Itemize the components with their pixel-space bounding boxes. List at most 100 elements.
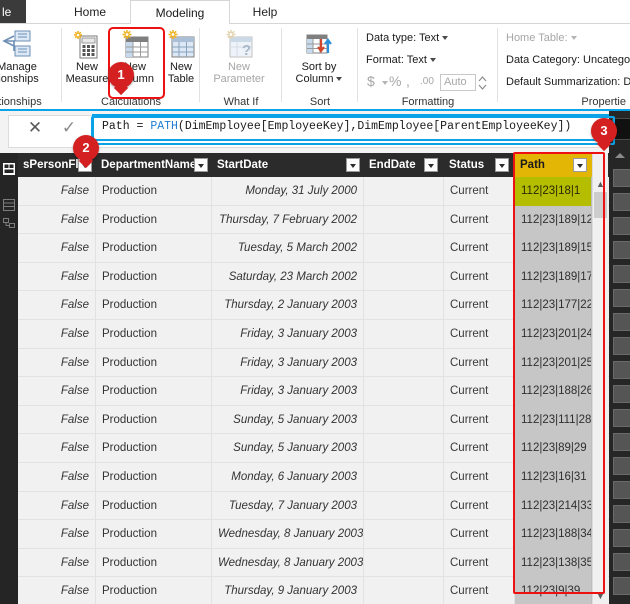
cell-path[interactable]: 112|23|188|34 bbox=[515, 520, 592, 549]
new-table-button[interactable]: New Table bbox=[158, 28, 204, 90]
format-field[interactable]: Format: Text bbox=[366, 54, 436, 66]
cell-enddate[interactable] bbox=[364, 291, 444, 320]
cell-status[interactable]: Current bbox=[444, 377, 515, 406]
table-row[interactable]: False Production Wednesday, 8 January 2003… bbox=[0, 520, 630, 549]
cell-enddate[interactable] bbox=[364, 520, 444, 549]
cell-salespersonflag[interactable]: False bbox=[18, 177, 96, 206]
cell-departmentname[interactable]: Production bbox=[96, 348, 212, 378]
scroll-up-arrow-icon[interactable]: ▲ bbox=[593, 177, 608, 192]
field-item[interactable] bbox=[613, 265, 630, 283]
table-row[interactable]: False Production Tuesday, 7 January 2003 Cu… bbox=[0, 491, 630, 521]
table-row[interactable]: False Production Wednesday, 8 January 2003… bbox=[0, 548, 630, 578]
cell-status[interactable]: Current bbox=[444, 234, 515, 263]
filter-departmentname-icon[interactable] bbox=[194, 158, 208, 172]
default-summarization-field[interactable]: Default Summarization: D bbox=[506, 76, 630, 88]
cell-enddate[interactable] bbox=[364, 577, 444, 604]
field-item[interactable] bbox=[613, 385, 630, 403]
cell-status[interactable]: Current bbox=[444, 405, 515, 435]
cell-path[interactable]: 112|23|189|17 bbox=[515, 262, 592, 292]
cell-salespersonflag[interactable]: False bbox=[18, 491, 96, 521]
cell-departmentname[interactable]: Production bbox=[96, 491, 212, 521]
cell-salespersonflag[interactable]: False bbox=[18, 434, 96, 463]
cell-departmentname[interactable]: Production bbox=[96, 291, 212, 320]
field-item[interactable] bbox=[613, 217, 630, 235]
cell-path[interactable]: 112|23|201|25 bbox=[515, 348, 592, 378]
cell-startdate[interactable]: Friday, 3 January 2003 bbox=[212, 377, 364, 406]
field-item[interactable] bbox=[613, 505, 630, 523]
field-item[interactable] bbox=[613, 481, 630, 499]
cell-enddate[interactable] bbox=[364, 548, 444, 578]
data-category-field[interactable]: Data Category: Uncatego bbox=[506, 54, 630, 66]
cell-path[interactable]: 112|23|9|39 bbox=[515, 577, 592, 604]
field-item[interactable] bbox=[613, 193, 630, 211]
cell-salespersonflag[interactable]: False bbox=[18, 577, 96, 604]
cell-departmentname[interactable]: Production bbox=[96, 577, 212, 604]
cell-status[interactable]: Current bbox=[444, 205, 515, 235]
cell-departmentname[interactable]: Production bbox=[96, 463, 212, 492]
cell-salespersonflag[interactable]: False bbox=[18, 234, 96, 263]
tab-file[interactable]: le bbox=[0, 0, 26, 24]
cell-enddate[interactable] bbox=[364, 320, 444, 349]
cell-path[interactable]: 112|23|16|31 bbox=[515, 463, 592, 492]
cell-startdate[interactable]: Monday, 31 July 2000 bbox=[212, 177, 364, 206]
cell-path[interactable]: 112|23|18|1 bbox=[515, 177, 592, 206]
decimal-auto-input[interactable]: Auto bbox=[440, 74, 476, 91]
cell-enddate[interactable] bbox=[364, 205, 444, 235]
filter-startdate-icon[interactable] bbox=[346, 158, 360, 172]
cell-startdate[interactable]: Wednesday, 8 January 2003 bbox=[212, 548, 364, 578]
cell-salespersonflag[interactable]: False bbox=[18, 548, 96, 578]
cell-status[interactable]: Current bbox=[444, 320, 515, 349]
table-row[interactable]: False Production Thursday, 7 February 2002… bbox=[0, 205, 630, 235]
cell-salespersonflag[interactable]: False bbox=[18, 320, 96, 349]
cell-status[interactable]: Current bbox=[444, 548, 515, 578]
cell-startdate[interactable]: Monday, 6 January 2003 bbox=[212, 463, 364, 492]
cell-enddate[interactable] bbox=[364, 262, 444, 292]
table-row[interactable]: False Production Sunday, 5 January 2003 Cur… bbox=[0, 434, 630, 463]
sort-by-column-button[interactable]: Sort by Column bbox=[296, 28, 343, 90]
grid-vertical-scrollbar[interactable]: ▲ ▼ bbox=[592, 153, 608, 604]
cell-path[interactable]: 112|23|111|28 bbox=[515, 405, 592, 435]
cell-status[interactable]: Current bbox=[444, 577, 515, 604]
cell-enddate[interactable] bbox=[364, 491, 444, 521]
cell-enddate[interactable] bbox=[364, 463, 444, 492]
cell-startdate[interactable]: Tuesday, 7 January 2003 bbox=[212, 491, 364, 521]
cell-path[interactable]: 112|23|189|12 bbox=[515, 205, 592, 235]
table-row[interactable]: False Production Friday, 3 January 2003 Cur… bbox=[0, 320, 630, 349]
cell-status[interactable]: Current bbox=[444, 434, 515, 463]
decimal-stepper[interactable] bbox=[478, 75, 487, 91]
cell-enddate[interactable] bbox=[364, 434, 444, 463]
cell-departmentname[interactable]: Production bbox=[96, 520, 212, 549]
formula-input[interactable]: Path = PATH(DimEmployee[EmployeeKey],Dim… bbox=[92, 114, 615, 141]
cell-departmentname[interactable]: Production bbox=[96, 262, 212, 292]
data-view-icon[interactable] bbox=[3, 199, 15, 211]
cell-enddate[interactable] bbox=[364, 405, 444, 435]
column-header-startdate[interactable]: StartDate bbox=[212, 153, 364, 177]
table-row[interactable]: False Production Monday, 31 July 2000 Curre… bbox=[0, 177, 630, 206]
cell-startdate[interactable]: Saturday, 23 March 2002 bbox=[212, 262, 364, 292]
table-row[interactable]: False Production Monday, 6 January 2003 Cur… bbox=[0, 463, 630, 492]
cell-salespersonflag[interactable]: False bbox=[18, 291, 96, 320]
filter-path-icon[interactable] bbox=[573, 158, 587, 172]
cell-path[interactable]: 112|23|89|29 bbox=[515, 434, 592, 463]
cell-status[interactable]: Current bbox=[444, 291, 515, 320]
table-row[interactable]: False Production Saturday, 23 March 2002 Cu… bbox=[0, 262, 630, 292]
cell-salespersonflag[interactable]: False bbox=[18, 377, 96, 406]
currency-button[interactable]: $ bbox=[367, 73, 375, 89]
cell-status[interactable]: Current bbox=[444, 520, 515, 549]
cell-startdate[interactable]: Wednesday, 8 January 2003 bbox=[212, 520, 364, 549]
cell-path[interactable]: 112|23|214|33 bbox=[515, 491, 592, 521]
format-chevron-down-icon[interactable] bbox=[429, 58, 436, 63]
cell-salespersonflag[interactable]: False bbox=[18, 463, 96, 492]
cell-startdate[interactable]: Thursday, 7 February 2002 bbox=[212, 205, 364, 235]
home-table-field[interactable]: Home Table: bbox=[506, 32, 577, 44]
cell-status[interactable]: Current bbox=[444, 491, 515, 521]
cell-startdate[interactable]: Friday, 3 January 2003 bbox=[212, 320, 364, 349]
fields-pane-collapse-icon[interactable] bbox=[615, 153, 625, 158]
cell-salespersonflag[interactable]: False bbox=[18, 205, 96, 235]
data-type-chevron-down-icon[interactable] bbox=[442, 36, 449, 41]
model-view-icon[interactable] bbox=[3, 217, 15, 229]
field-item[interactable] bbox=[613, 529, 630, 547]
table-row[interactable]: False Production Thursday, 9 January 2003 C… bbox=[0, 577, 630, 604]
field-item[interactable] bbox=[613, 361, 630, 379]
cell-status[interactable]: Current bbox=[444, 177, 515, 206]
